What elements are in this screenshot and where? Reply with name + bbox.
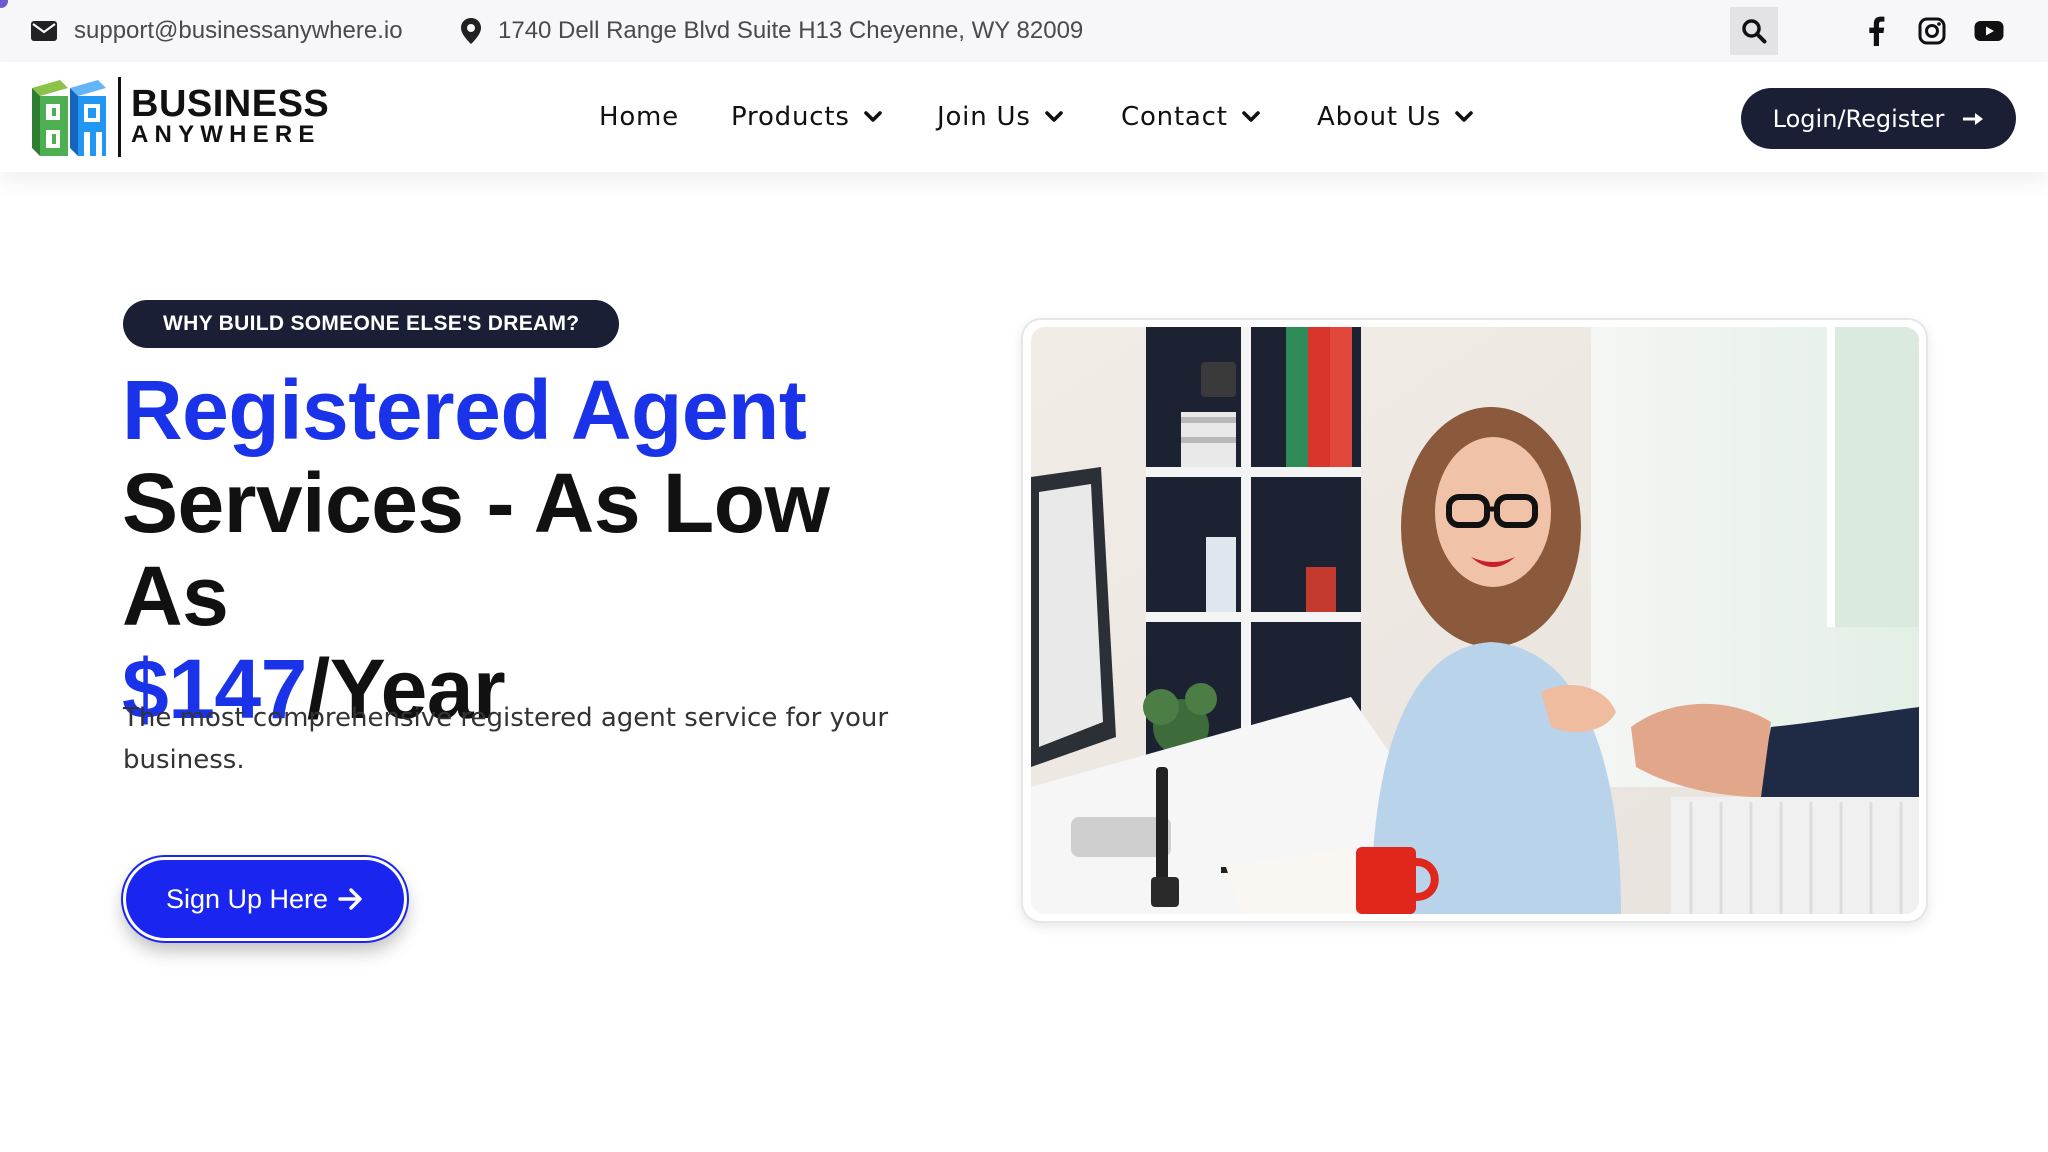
nav-about-us-label: About Us <box>1317 102 1442 132</box>
facebook-icon <box>1869 16 1885 46</box>
nav-join-us-label: Join Us <box>937 102 1031 132</box>
nav-home[interactable]: Home <box>599 62 679 172</box>
hero-photo-illustration <box>1031 327 1919 914</box>
nav-contact[interactable]: Contact <box>1121 62 1260 172</box>
headline-middle: Services - As Low As <box>122 456 830 643</box>
logo-mark-icon <box>32 80 106 156</box>
contact-address: 1740 Dell Range Blvd Suite H13 Cheyenne,… <box>460 0 1083 62</box>
nav-products[interactable]: Products <box>731 62 882 172</box>
chevron-down-icon <box>863 111 882 122</box>
logo-wordmark: BUSINESS ANYWHERE <box>131 83 330 148</box>
contact-email[interactable]: support@businessanywhere.io <box>30 0 403 62</box>
contact-address-text: 1740 Dell Range Blvd Suite H13 Cheyenne,… <box>498 17 1084 44</box>
chevron-down-icon <box>1241 111 1260 122</box>
logo-divider <box>118 77 121 157</box>
map-pin-icon <box>461 18 481 44</box>
headline-accent: Registered Agent <box>122 363 807 457</box>
hero-tagline-text: WHY BUILD SOMEONE ELSE'S DREAM? <box>163 312 580 335</box>
corner-dot <box>0 0 8 8</box>
nav-contact-label: Contact <box>1121 102 1228 132</box>
search-button[interactable] <box>1730 7 1778 55</box>
instagram-icon <box>1918 17 1946 45</box>
arrow-right-icon <box>1963 112 1984 125</box>
nav-home-label: Home <box>599 102 679 132</box>
arrow-right-icon <box>338 888 362 910</box>
youtube-icon <box>1974 21 2004 41</box>
sign-up-button[interactable]: Sign Up Here <box>123 857 407 941</box>
hero-photo-handshake <box>1031 327 1919 914</box>
hero-headline: Registered Agent Services - As Low As $1… <box>122 364 922 736</box>
logo-line-anywhere: ANYWHERE <box>131 121 321 148</box>
business-anywhere-logo[interactable]: BUSINESS ANYWHERE <box>30 76 329 158</box>
sign-up-label: Sign Up Here <box>165 883 329 914</box>
contact-email-text: support@businessanywhere.io <box>74 17 403 44</box>
nav-products-label: Products <box>731 102 850 132</box>
search-icon <box>1742 19 1767 44</box>
envelope-icon <box>31 21 57 41</box>
login-register-label: Login/Register <box>1772 104 1945 133</box>
nav-about-us[interactable]: About Us <box>1317 62 1473 172</box>
top-bar: support@businessanywhere.io 1740 Dell Ra… <box>0 0 2048 62</box>
hero-tagline-badge: WHY BUILD SOMEONE ELSE'S DREAM? <box>123 300 620 348</box>
chevron-down-icon <box>1455 111 1473 122</box>
hero-description: The most comprehensive registered agent … <box>123 703 889 775</box>
nav-join-us[interactable]: Join Us <box>937 62 1063 172</box>
login-register-button[interactable]: Login/Register <box>1741 88 2016 149</box>
logo-line-business: BUSINESS <box>131 83 330 125</box>
main-header: BUSINESS ANYWHERE Home Products Join Us … <box>0 62 2048 172</box>
facebook-link[interactable] <box>1857 12 1895 50</box>
instagram-link[interactable] <box>1913 12 1951 50</box>
chevron-down-icon <box>1044 111 1063 122</box>
youtube-link[interactable] <box>1970 12 2008 50</box>
